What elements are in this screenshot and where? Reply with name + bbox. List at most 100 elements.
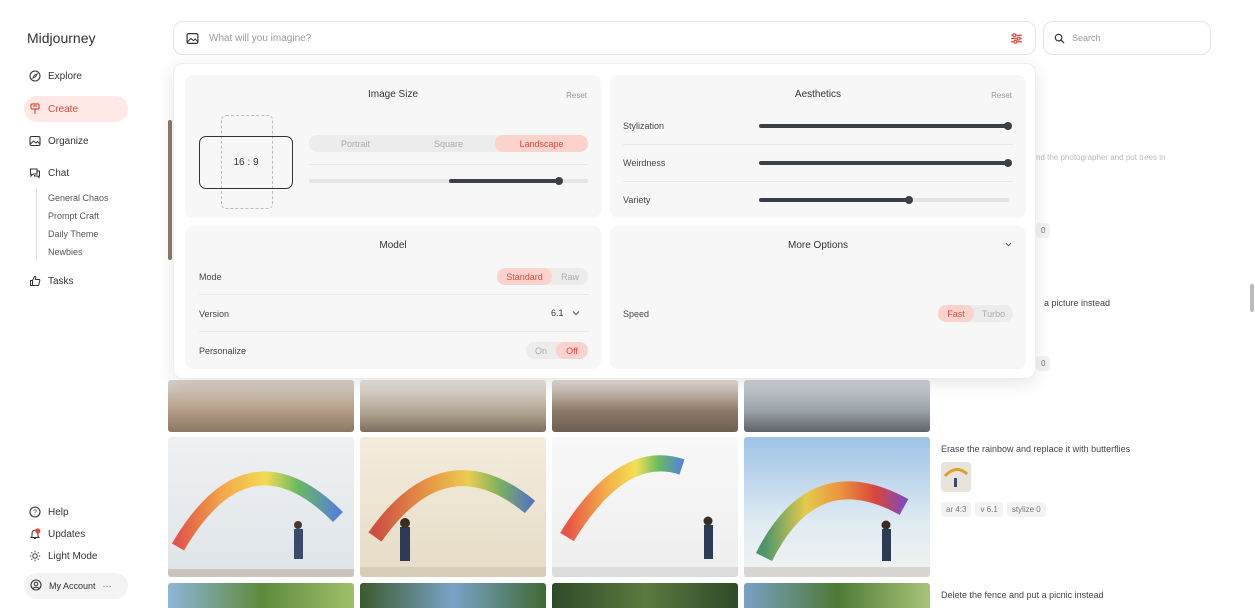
sidebar-item-label: Organize xyxy=(48,135,89,147)
feed-prompt-text: Erase the rainbow and replace it with bu… xyxy=(941,444,1131,454)
more-options-title[interactable]: More Options xyxy=(610,240,1026,251)
sun-icon xyxy=(29,550,41,562)
orientation-portrait[interactable]: Portrait xyxy=(309,135,402,152)
feed-image[interactable] xyxy=(168,437,354,577)
aesthetics-title: Aesthetics xyxy=(794,89,842,100)
feed-image[interactable] xyxy=(168,120,172,260)
sidebar-item-label: Tasks xyxy=(48,275,74,287)
settings-panel: Image Size Reset 16 : 9 Portrait Square … xyxy=(173,63,1036,379)
aspect-ratio-preview[interactable]: 16 : 9 xyxy=(199,136,293,189)
svg-text:?: ? xyxy=(33,510,37,517)
weirdness-label: Weirdness xyxy=(623,158,666,168)
search-input[interactable] xyxy=(1072,33,1192,43)
feed-image[interactable] xyxy=(360,380,546,432)
feed-chip[interactable]: v 6.1 xyxy=(975,502,1003,517)
more-icon[interactable]: ··· xyxy=(103,581,112,591)
orientation-landscape[interactable]: Landscape xyxy=(495,135,588,152)
stylization-slider-handle[interactable] xyxy=(1004,122,1012,130)
feed-prompt-text: nd the photographer and put trees in xyxy=(1036,153,1166,162)
version-dropdown[interactable]: 6.1 xyxy=(551,308,580,318)
feed-image[interactable] xyxy=(552,380,738,432)
personalize-toggle: On Off xyxy=(526,342,588,359)
personalize-off[interactable]: Off xyxy=(556,342,588,359)
sidebar-item-light-mode[interactable]: Light Mode xyxy=(24,543,128,569)
search-box xyxy=(1043,21,1211,55)
personalize-on[interactable]: On xyxy=(526,342,556,359)
feed-prompt-text: Delete the fence and put a picnic instea… xyxy=(941,590,1104,600)
speed-fast[interactable]: Fast xyxy=(938,305,974,322)
orientation-selector: Portrait Square Landscape xyxy=(309,135,588,152)
sidebar-item-label: Updates xyxy=(48,528,86,540)
feed-chip[interactable]: ar 4:3 xyxy=(941,502,972,517)
variety-slider[interactable] xyxy=(759,196,1009,204)
image-size-reset-button[interactable]: Reset xyxy=(566,91,587,100)
sidebar-item-create[interactable]: Create xyxy=(24,96,128,122)
prompt-bar xyxy=(173,21,1036,55)
feed-image[interactable] xyxy=(168,380,354,432)
bell-icon xyxy=(29,528,41,540)
feed-param-chips: ar 4:3 v 6.1 stylize 0 xyxy=(941,502,1046,517)
feed-image[interactable] xyxy=(360,583,546,608)
aspect-ratio-label: 16 : 9 xyxy=(233,157,259,168)
mode-raw[interactable]: Raw xyxy=(552,268,588,285)
image-size-card: Image Size Reset 16 : 9 Portrait Square … xyxy=(185,75,601,218)
app-logo[interactable]: Midjourney xyxy=(27,30,95,46)
size-slider-fill xyxy=(449,179,559,183)
sidebar-item-organize[interactable]: Organize xyxy=(24,128,128,154)
size-slider-handle[interactable] xyxy=(555,177,563,185)
feed-image[interactable] xyxy=(168,583,354,608)
orientation-square[interactable]: Square xyxy=(402,135,495,152)
page-scrollbar[interactable] xyxy=(1250,284,1254,312)
sidebar-item-explore[interactable]: Explore xyxy=(24,63,128,89)
chevron-down-icon[interactable] xyxy=(1005,242,1012,247)
chevron-down-icon xyxy=(572,310,580,316)
variety-slider-handle[interactable] xyxy=(905,196,913,204)
image-icon xyxy=(29,135,41,147)
divider xyxy=(309,164,588,165)
feed-image[interactable] xyxy=(744,437,930,577)
divider xyxy=(623,181,1013,182)
feed-chip[interactable]: 0 xyxy=(1036,223,1051,238)
speed-selector: Fast Turbo xyxy=(938,305,1013,322)
sidebar-item-chat[interactable]: Chat xyxy=(24,160,128,186)
feed-image[interactable] xyxy=(552,583,738,608)
feed-chip[interactable]: 0 xyxy=(1036,356,1051,371)
channel-daily-theme[interactable]: Daily Theme xyxy=(48,225,109,243)
aesthetics-reset-button[interactable]: Reset xyxy=(991,91,1012,100)
account-button[interactable]: My Account ··· xyxy=(24,573,128,599)
size-slider[interactable] xyxy=(309,177,588,185)
stylization-label: Stylization xyxy=(623,121,665,131)
divider xyxy=(199,331,589,332)
version-label: Version xyxy=(199,309,230,319)
aesthetics-card: Aesthetics Reset Stylization Weirdness V… xyxy=(610,75,1026,218)
image-icon[interactable] xyxy=(186,32,199,45)
channel-prompt-craft[interactable]: Prompt Craft xyxy=(48,207,109,225)
image-size-title: Image Size xyxy=(367,89,419,100)
feed-prompt-text: a picture instead xyxy=(1044,298,1111,308)
help-icon: ? xyxy=(29,506,41,518)
feed-image[interactable] xyxy=(552,437,738,577)
mode-standard[interactable]: Standard xyxy=(497,268,552,285)
speed-turbo[interactable]: Turbo xyxy=(974,305,1013,322)
weirdness-slider[interactable] xyxy=(759,159,1012,167)
divider xyxy=(623,144,1013,145)
stylization-slider[interactable] xyxy=(759,122,1012,130)
channel-general-chaos[interactable]: General Chaos xyxy=(48,189,109,207)
compass-icon xyxy=(29,70,41,82)
mode-selector: Standard Raw xyxy=(497,268,588,285)
mode-label: Mode xyxy=(199,272,222,282)
feed-chip[interactable]: stylize 0 xyxy=(1006,502,1046,517)
version-value: 6.1 xyxy=(551,308,564,318)
feed-image[interactable] xyxy=(360,437,546,577)
weirdness-slider-handle[interactable] xyxy=(1004,159,1012,167)
sidebar-item-tasks[interactable]: Tasks xyxy=(24,268,128,294)
settings-sliders-icon[interactable] xyxy=(1010,32,1023,45)
channel-newbies[interactable]: Newbies xyxy=(48,243,109,261)
feed-image[interactable] xyxy=(744,380,930,432)
feed-image[interactable] xyxy=(744,583,930,608)
prompt-input[interactable] xyxy=(209,32,1000,44)
divider xyxy=(199,294,589,295)
app-root: Midjourney Explore Create Organize Chat xyxy=(0,0,1255,608)
reference-thumbnail[interactable] xyxy=(941,462,971,492)
variety-slider-fill xyxy=(759,198,909,202)
